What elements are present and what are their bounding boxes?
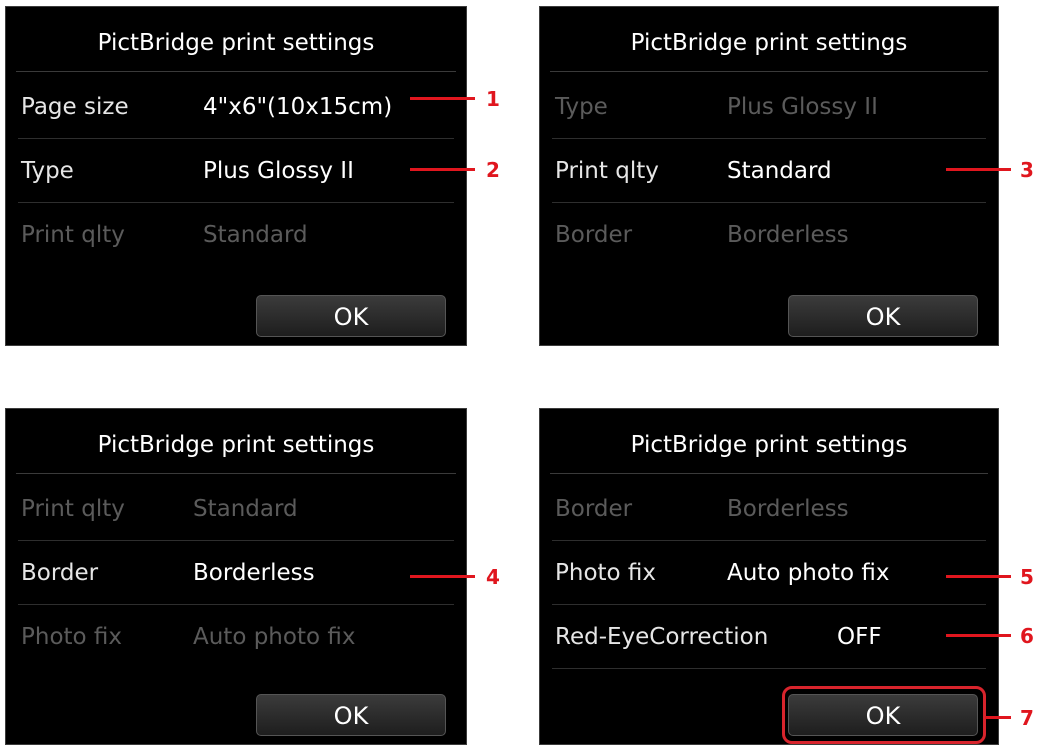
screen-title: PictBridge print settings bbox=[630, 30, 908, 56]
setting-value: Auto photo fix bbox=[727, 560, 890, 586]
setting-row-border[interactable]: Border Borderless bbox=[552, 477, 986, 541]
setting-value: 4"x6"(10x15cm) bbox=[203, 94, 393, 120]
callout-number: 5 bbox=[1020, 565, 1034, 589]
ok-button[interactable]: OK bbox=[256, 694, 446, 736]
setting-label: Print qlty bbox=[21, 222, 125, 248]
setting-value: Standard bbox=[193, 496, 298, 522]
callout-number: 2 bbox=[486, 158, 500, 182]
setting-label: Photo fix bbox=[21, 624, 123, 650]
setting-value: OFF bbox=[837, 624, 882, 650]
divider bbox=[552, 668, 986, 669]
divider bbox=[16, 473, 456, 474]
setting-label: Type bbox=[21, 158, 74, 184]
screen-title: PictBridge print settings bbox=[97, 30, 375, 56]
setting-label: Print qlty bbox=[21, 496, 125, 522]
setting-value: Borderless bbox=[727, 496, 849, 522]
callout-line bbox=[985, 716, 1011, 719]
setting-value: Plus Glossy II bbox=[727, 94, 878, 120]
setting-value: Standard bbox=[727, 158, 832, 184]
setting-row-border[interactable]: Border Borderless bbox=[18, 541, 454, 605]
callout-line bbox=[946, 634, 1011, 637]
callout-line bbox=[410, 97, 475, 100]
setting-label: Border bbox=[555, 496, 633, 522]
setting-value: Standard bbox=[203, 222, 308, 248]
setting-row-border[interactable]: Border Borderless bbox=[552, 203, 986, 253]
setting-value: Borderless bbox=[193, 560, 315, 586]
setting-row-page-size[interactable]: Page size 4"x6"(10x15cm) bbox=[18, 75, 454, 139]
callout-line bbox=[946, 168, 1011, 171]
callout-line bbox=[946, 575, 1011, 578]
setting-row-red-eye-correction[interactable]: Red-EyeCorrection OFF bbox=[552, 605, 986, 669]
setting-label: Type bbox=[555, 94, 608, 120]
callout-number: 4 bbox=[486, 565, 500, 589]
setting-label: Photo fix bbox=[555, 560, 657, 586]
callout-number: 7 bbox=[1020, 706, 1034, 730]
setting-value: Borderless bbox=[727, 222, 849, 248]
divider bbox=[550, 71, 988, 72]
callout-line bbox=[410, 168, 475, 171]
setting-label: Page size bbox=[21, 94, 129, 120]
setting-value: Auto photo fix bbox=[193, 624, 356, 650]
settings-screen-2: PictBridge print settings Type Plus Glos… bbox=[539, 6, 999, 346]
setting-row-print-quality[interactable]: Print qlty Standard bbox=[552, 139, 986, 203]
settings-screen-4: PictBridge print settings Border Borderl… bbox=[539, 408, 999, 745]
ok-button[interactable]: OK bbox=[788, 694, 978, 736]
callout-number: 6 bbox=[1020, 624, 1034, 648]
setting-row-type[interactable]: Type Plus Glossy II bbox=[18, 139, 454, 203]
ok-button[interactable]: OK bbox=[256, 295, 446, 337]
callout-line bbox=[410, 575, 475, 578]
setting-row-type[interactable]: Type Plus Glossy II bbox=[552, 75, 986, 139]
settings-screen-3: PictBridge print settings Print qlty Sta… bbox=[5, 408, 467, 745]
screen-title: PictBridge print settings bbox=[630, 432, 908, 458]
divider bbox=[16, 71, 456, 72]
callout-number: 3 bbox=[1020, 158, 1034, 182]
setting-row-print-quality[interactable]: Print qlty Standard bbox=[18, 203, 454, 253]
ok-button[interactable]: OK bbox=[788, 295, 978, 337]
setting-row-photo-fix[interactable]: Photo fix Auto photo fix bbox=[552, 541, 986, 605]
setting-value: Plus Glossy II bbox=[203, 158, 354, 184]
screen-title: PictBridge print settings bbox=[97, 432, 375, 458]
setting-label: Border bbox=[21, 560, 99, 586]
setting-label: Red-EyeCorrection bbox=[555, 624, 769, 650]
divider bbox=[550, 473, 988, 474]
setting-label: Print qlty bbox=[555, 158, 659, 184]
setting-label: Border bbox=[555, 222, 633, 248]
setting-row-photo-fix[interactable]: Photo fix Auto photo fix bbox=[18, 605, 454, 655]
setting-row-print-quality[interactable]: Print qlty Standard bbox=[18, 477, 454, 541]
settings-screen-1: PictBridge print settings Page size 4"x6… bbox=[5, 6, 467, 346]
callout-number: 1 bbox=[486, 87, 500, 111]
